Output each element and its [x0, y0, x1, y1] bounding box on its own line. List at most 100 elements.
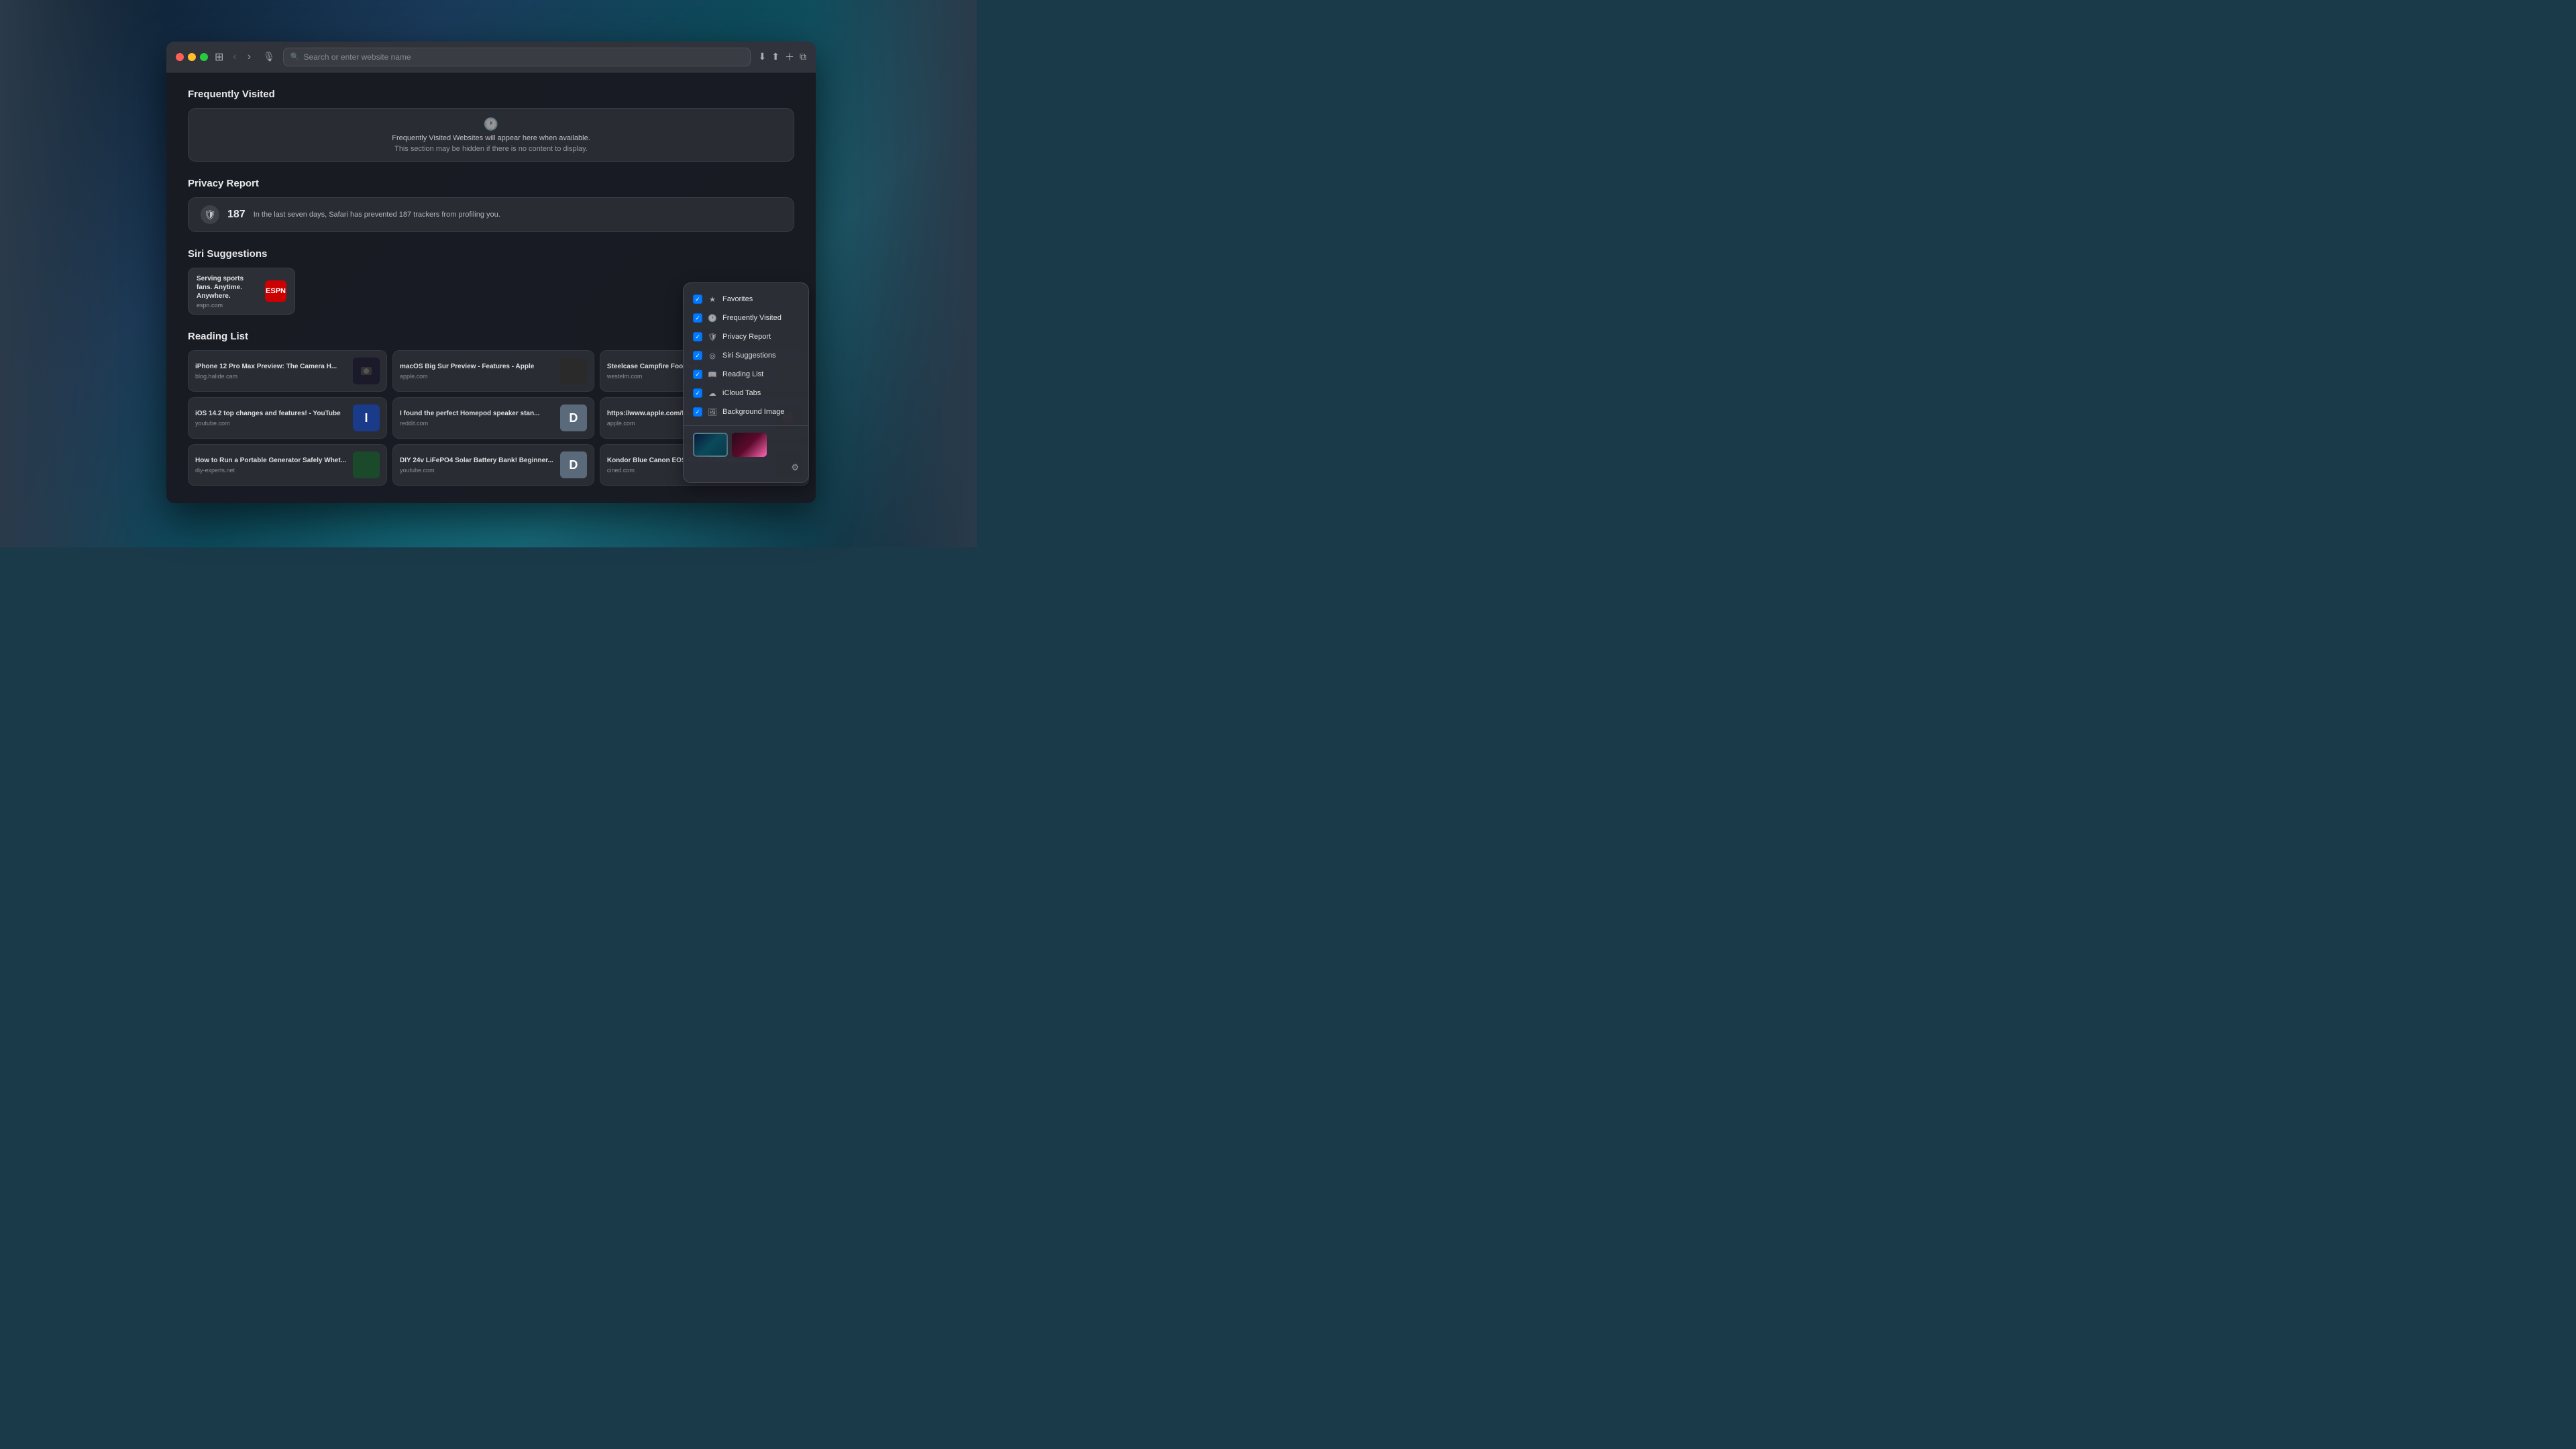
customize-panel: ✓ ★ Favorites ✓ 🕐 Frequently Visited ✓ 🛡…: [683, 282, 809, 483]
new-tab-icon[interactable]: ＋: [785, 50, 794, 64]
reading-item-3-title: iOS 14.2 top changes and features! - You…: [195, 409, 346, 419]
privacy-report-section: Privacy Report 🛡 187 In the last seven d…: [188, 178, 794, 232]
siri-suggestions-label: Siri Suggestions: [722, 352, 776, 360]
reading-item-4-title: I found the perfect Homepod speaker stan…: [400, 409, 553, 419]
privacy-report-icon: 🛡: [708, 332, 717, 341]
frequently-visited-section: Frequently Visited 🕐 Frequently Visited …: [188, 89, 794, 162]
reading-item-7-text: DIY 24v LiFePO4 Solar Battery Bank! Begi…: [400, 456, 553, 474]
customize-siri-suggestions[interactable]: ✓ ◎ Siri Suggestions: [684, 346, 808, 365]
background-image-checkbox[interactable]: ✓: [693, 407, 702, 417]
reading-item-7-title: DIY 24v LiFePO4 Solar Battery Bank! Begi…: [400, 456, 553, 466]
siri-icon: ◎: [708, 351, 717, 360]
siri-card-title: Serving sports fans. Anytime. Anywhere.: [197, 274, 258, 301]
favorites-icon: ★: [708, 294, 717, 304]
reading-item-1-thumb: [560, 358, 587, 384]
customize-icloud-tabs[interactable]: ✓ ☁ iCloud Tabs: [684, 384, 808, 402]
siri-card-url: espn.com: [197, 302, 258, 309]
siri-suggestions-checkbox[interactable]: ✓: [693, 351, 702, 360]
frequently-visited-box: 🕐 Frequently Visited Websites will appea…: [188, 108, 794, 162]
customize-reading-list[interactable]: ✓ 📖 Reading List: [684, 365, 808, 384]
clock-icon: 🕐: [484, 117, 498, 131]
title-bar: ⊞ ‹ › 🎙 🔍 ⬇ ⬆ ＋ ⧉: [166, 42, 816, 72]
siri-suggestions-title: Siri Suggestions: [188, 248, 794, 260]
reading-item-4-text: I found the perfect Homepod speaker stan…: [400, 409, 553, 427]
toolbar-right: ⬇ ⬆ ＋ ⧉: [759, 50, 806, 64]
check-icon: ✓: [695, 371, 700, 378]
frequently-visited-icon: 🕐: [708, 313, 717, 323]
bg-thumb-cyan[interactable]: [693, 433, 728, 457]
privacy-report-checkbox[interactable]: ✓: [693, 332, 702, 341]
reading-item-6-text: How to Run a Portable Generator Safely W…: [195, 456, 346, 474]
reading-item-4-url: reddit.com: [400, 420, 553, 427]
customize-frequently-visited[interactable]: ✓ 🕐 Frequently Visited: [684, 309, 808, 327]
share-icon[interactable]: ⬆: [771, 51, 780, 62]
search-icon: 🔍: [290, 52, 300, 61]
customize-favorites[interactable]: ✓ ★ Favorites: [684, 290, 808, 309]
background-thumbnails: [684, 430, 808, 460]
reading-item-1-text: macOS Big Sur Preview - Features - Apple…: [400, 362, 553, 380]
settings-area: ⚙: [684, 460, 808, 476]
reading-item-7-url: youtube.com: [400, 467, 553, 474]
reading-item-4-thumb: D: [560, 405, 587, 431]
reading-item-0-title: iPhone 12 Pro Max Preview: The Camera H.…: [195, 362, 346, 372]
check-icon: ✓: [695, 315, 700, 322]
check-icon: ✓: [695, 352, 700, 360]
reading-item-0-thumb: [353, 358, 380, 384]
browser-window: ⊞ ‹ › 🎙 🔍 ⬇ ⬆ ＋ ⧉ Frequently Visited 🕐 F…: [166, 42, 816, 503]
back-button[interactable]: ‹: [229, 50, 240, 64]
frequently-visited-checkbox[interactable]: ✓: [693, 313, 702, 323]
reading-list-icon: 📖: [708, 370, 717, 379]
reading-item-3[interactable]: iOS 14.2 top changes and features! - You…: [188, 397, 387, 439]
siri-suggestion-card[interactable]: Serving sports fans. Anytime. Anywhere. …: [188, 268, 295, 315]
customize-divider: [684, 425, 808, 426]
reading-item-6-url: diy-experts.net: [195, 467, 346, 474]
reading-list-label: Reading List: [722, 370, 763, 378]
reading-item-0-text: iPhone 12 Pro Max Preview: The Camera H.…: [195, 362, 346, 380]
settings-gear-icon[interactable]: ⚙: [791, 462, 799, 473]
reading-item-7-thumb: D: [560, 451, 587, 478]
check-icon: ✓: [695, 296, 700, 303]
reading-item-6-title: How to Run a Portable Generator Safely W…: [195, 456, 346, 466]
reading-item-6-thumb: [353, 451, 380, 478]
nav-buttons: ‹ ›: [229, 50, 255, 64]
icloud-tabs-label: iCloud Tabs: [722, 389, 761, 397]
reading-item-1[interactable]: macOS Big Sur Preview - Features - Apple…: [392, 350, 594, 392]
reading-list-checkbox[interactable]: ✓: [693, 370, 702, 379]
maximize-button[interactable]: [200, 53, 208, 61]
reading-item-3-url: youtube.com: [195, 420, 346, 427]
reading-item-1-url: apple.com: [400, 373, 553, 380]
reading-item-1-title: macOS Big Sur Preview - Features - Apple: [400, 362, 553, 372]
sidebar-toggle-button[interactable]: ⊞: [215, 50, 223, 64]
reading-item-4[interactable]: I found the perfect Homepod speaker stan…: [392, 397, 594, 439]
reading-item-7[interactable]: DIY 24v LiFePO4 Solar Battery Bank! Begi…: [392, 444, 594, 486]
icloud-icon: ☁: [708, 388, 717, 398]
siri-card-text: Serving sports fans. Anytime. Anywhere. …: [197, 274, 258, 309]
check-icon: ✓: [695, 409, 700, 416]
background-image-icon: 🖼: [708, 407, 717, 417]
privacy-report-title: Privacy Report: [188, 178, 794, 189]
address-bar[interactable]: 🔍: [283, 48, 751, 66]
privacy-report-label: Privacy Report: [722, 333, 771, 341]
reading-item-6[interactable]: How to Run a Portable Generator Safely W…: [188, 444, 387, 486]
privacy-shield-icon: 🛡: [201, 205, 219, 224]
customize-privacy-report[interactable]: ✓ 🛡 Privacy Report: [684, 327, 808, 346]
siri-card-logo: ESPN: [265, 280, 286, 302]
forward-button[interactable]: ›: [244, 50, 255, 64]
close-button[interactable]: [176, 53, 184, 61]
reading-item-3-thumb: I: [353, 405, 380, 431]
siri-mic-icon[interactable]: 🎙: [263, 51, 275, 62]
search-input[interactable]: [304, 52, 743, 62]
traffic-lights: [176, 53, 208, 61]
customize-background-image[interactable]: ✓ 🖼 Background Image: [684, 402, 808, 421]
download-icon[interactable]: ⬇: [759, 51, 767, 62]
frequently-visited-label: Frequently Visited: [722, 314, 782, 322]
minimize-button[interactable]: [188, 53, 196, 61]
bg-thumb-pink[interactable]: [732, 433, 767, 457]
favorites-checkbox[interactable]: ✓: [693, 294, 702, 304]
reading-item-0-url: blog.halide.cam: [195, 373, 346, 380]
reading-item-0[interactable]: iPhone 12 Pro Max Preview: The Camera H.…: [188, 350, 387, 392]
fv-placeholder-text1: Frequently Visited Websites will appear …: [392, 134, 590, 142]
fv-placeholder-text2: This section may be hidden if there is n…: [394, 145, 588, 153]
icloud-tabs-checkbox[interactable]: ✓: [693, 388, 702, 398]
tab-overview-icon[interactable]: ⧉: [800, 51, 806, 62]
